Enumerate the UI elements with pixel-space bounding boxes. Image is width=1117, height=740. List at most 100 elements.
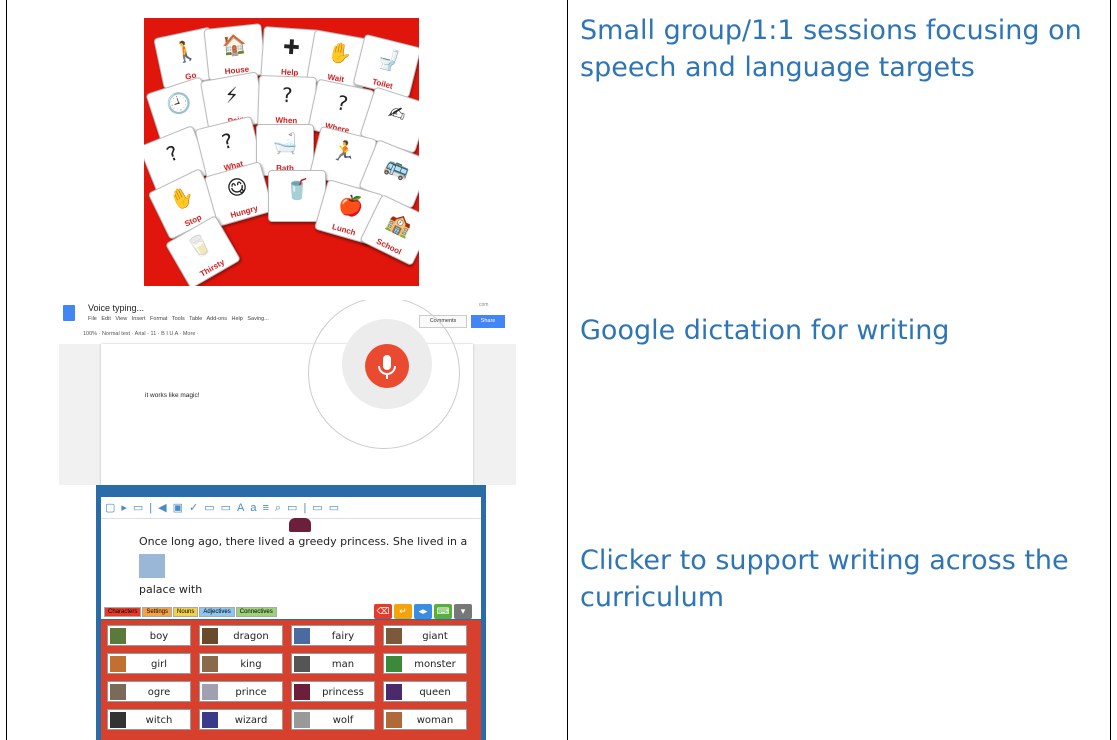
gdocs-share-button: Share [471, 315, 505, 328]
gdocs-menu: File Edit View Insert Format Tools Table… [88, 316, 269, 322]
table-border-left [6, 0, 7, 740]
row-2-caption: Google dictation for writing [580, 315, 950, 346]
clicker-word-cell[interactable]: fairy [291, 625, 375, 646]
gdocs-body-text: it works like magic! [145, 392, 200, 399]
pecs-symbol-icon: 😋 [223, 172, 251, 202]
clicker-word-cell[interactable]: woman [383, 709, 467, 730]
clicker-tab[interactable]: Nouns [173, 607, 199, 617]
word-picture-icon [386, 656, 402, 672]
clicker-word-label: boy [149, 631, 169, 642]
word-picture-icon [294, 684, 310, 700]
clicker-word-label: monster [414, 659, 456, 670]
clicker-word-label: wolf [332, 715, 354, 726]
clicker-tab[interactable]: Connectives [235, 607, 277, 617]
pecs-symbol-icon: 🥤 [284, 177, 310, 201]
clicker-word-cell[interactable]: boy [107, 625, 191, 646]
pecs-cards-photo: 🚶Go🏠House✚Help✋Wait🚽Toilet🕘⚡Pain?When?Wh… [144, 18, 419, 286]
pecs-symbol-icon: 🍎 [335, 190, 367, 221]
keyboard-icon[interactable]: ⌨ [434, 604, 452, 619]
gdocs-account: com [479, 302, 489, 308]
pecs-card: 🛁 Bath [256, 124, 314, 176]
clicker-line-1: Once long ago, there lived a greedy prin… [139, 535, 468, 548]
clicker-word-label: wizard [234, 715, 268, 726]
word-picture-icon [110, 712, 126, 728]
pecs-symbol-icon: 🚶 [170, 36, 201, 66]
clicker-tab[interactable]: Characters [104, 607, 142, 617]
word-picture-icon [110, 628, 126, 644]
clicker-word-cell[interactable]: giant [383, 625, 467, 646]
pecs-symbol-icon: 🕘 [163, 88, 195, 119]
return-icon[interactable]: ↵ [394, 604, 412, 619]
clicker-word-cell[interactable]: queen [383, 681, 467, 702]
word-picture-icon [294, 628, 310, 644]
pecs-symbol-icon: ? [219, 128, 236, 155]
word-picture-icon [202, 656, 218, 672]
pecs-card-label: Hungry [229, 203, 259, 220]
table-border-middle [567, 0, 568, 740]
content-table: 🚶Go🏠House✚Help✋Wait🚽Toilet🕘⚡Pain?When?Wh… [0, 0, 1117, 740]
clicker-word-label: giant [422, 631, 448, 642]
clicker-tab[interactable]: Settings [142, 607, 173, 617]
word-picture-icon [110, 684, 126, 700]
backspace-icon[interactable]: ⌫ [374, 604, 392, 619]
pecs-symbol-icon: ? [334, 90, 351, 116]
clicker-word-cell[interactable]: princess [291, 681, 375, 702]
listen-icon[interactable]: ◂▸ [414, 604, 432, 619]
clicker-word-label: girl [150, 659, 167, 670]
gdocs-title: Voice typing... [88, 303, 145, 313]
clicker-word-label: man [331, 659, 355, 670]
row-3-caption: Clicker to support writing across the cu… [580, 545, 1069, 613]
word-picture-icon [386, 628, 402, 644]
word-picture-icon [294, 712, 310, 728]
word-picture-icon [202, 712, 218, 728]
princess-picture-icon [289, 518, 311, 532]
microphone-icon [365, 344, 409, 388]
clicker-word-label: prince [235, 687, 267, 698]
clicker-word-label: woman [416, 715, 454, 726]
clicker-word-cell[interactable]: man [291, 653, 375, 674]
clicker-word-label: princess [322, 687, 364, 698]
clicker-word-grid: boy dragon fairy giant girl king man monster ogr… [101, 620, 481, 740]
gdocs-toolbar: 100% · Normal text · Arial · 11 · B I U … [83, 331, 199, 337]
clicker-word-cell[interactable]: monster [383, 653, 467, 674]
clicker-word-cell[interactable]: king [199, 653, 283, 674]
clicker-tab[interactable]: Adjectives [199, 607, 235, 617]
pecs-card: 🏠 House [203, 23, 267, 81]
word-picture-icon [202, 684, 218, 700]
pecs-symbol-icon: 🚌 [381, 151, 414, 184]
pecs-symbol-icon: 🏠 [220, 31, 248, 59]
word-picture-icon [294, 656, 310, 672]
pecs-symbol-icon: ⚡ [222, 82, 241, 109]
clicker-word-cell[interactable]: witch [107, 709, 191, 730]
clicker-toolbar: ▢▸▭|◀▣✓▭▭Aa≡⌕▭|▭▭ [101, 497, 481, 519]
pecs-symbol-icon: ✍ [385, 99, 409, 128]
table-border-right [1110, 0, 1111, 740]
clicker-line-2: palace with [139, 583, 203, 596]
pecs-symbol-icon: 🏃 [329, 136, 360, 166]
pecs-symbol-icon: ✋ [325, 39, 355, 68]
clicker-word-cell[interactable]: dragon [199, 625, 283, 646]
pecs-symbol-icon: ? [162, 140, 182, 167]
clicker-word-cell[interactable]: ogre [107, 681, 191, 702]
hide-icon[interactable]: ▾ [454, 604, 472, 619]
pecs-symbol-icon: 🚽 [373, 44, 404, 74]
pecs-symbol-icon: ✚ [282, 34, 301, 60]
clicker-word-label: fairy [331, 631, 355, 642]
word-picture-icon [386, 712, 402, 728]
word-picture-icon [110, 656, 126, 672]
clicker-word-cell[interactable]: wizard [199, 709, 283, 730]
pecs-symbol-icon: ✋ [165, 181, 199, 214]
clicker-word-label: queen [419, 687, 451, 698]
clicker-word-label: witch [145, 715, 173, 726]
clicker-screenshot: ▢▸▭|◀▣✓▭▭Aa≡⌕▭|▭▭ Once long ago, there l… [96, 485, 486, 740]
clicker-word-cell[interactable]: prince [199, 681, 283, 702]
word-picture-icon [202, 628, 218, 644]
clicker-word-cell[interactable]: girl [107, 653, 191, 674]
google-docs-screenshot: Voice typing... File Edit View Insert Fo… [59, 300, 516, 485]
clicker-word-label: ogre [147, 687, 171, 698]
word-picture-icon [386, 684, 402, 700]
pecs-symbol-icon: 🏫 [383, 207, 417, 240]
clicker-word-label: king [240, 659, 262, 670]
pecs-symbol-icon: 🛁 [272, 131, 298, 155]
clicker-word-cell[interactable]: wolf [291, 709, 375, 730]
